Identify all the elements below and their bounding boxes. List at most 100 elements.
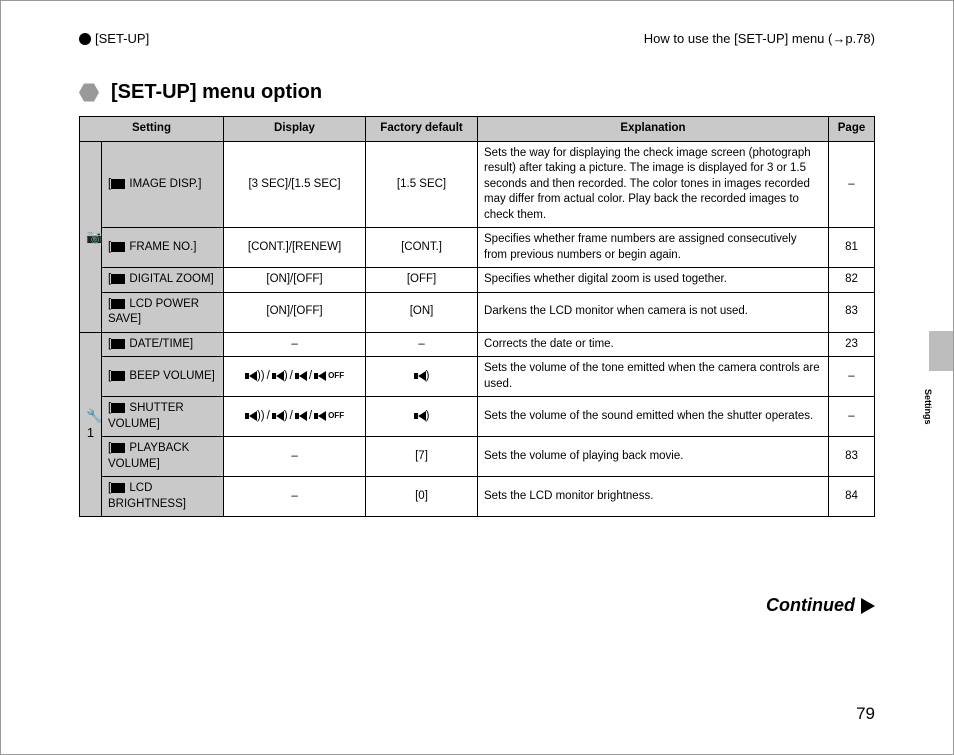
- continued-text: Continued: [766, 595, 855, 616]
- menu-icon: [111, 371, 125, 381]
- speaker-mid-icon: ): [414, 369, 430, 385]
- volume-options-icon: ))/ )/ / OFF: [245, 369, 344, 385]
- group-icon-wrench: 🔧1: [80, 332, 102, 517]
- manual-page: [SET-UP] How to use the [SET-UP] menu (→…: [0, 0, 954, 755]
- speaker-mid-icon: ): [272, 409, 288, 425]
- explanation-cell: Corrects the date or time.: [478, 332, 829, 357]
- menu-icon: [111, 339, 125, 349]
- explanation-cell: Sets the way for displaying the check im…: [478, 141, 829, 228]
- setting-cell: [ LCD BRIGHTNESS]: [102, 477, 224, 517]
- table-row: [ PLAYBACK VOLUME] – [7] Sets the volume…: [80, 437, 875, 477]
- explanation-cell: Specifies whether frame numbers are assi…: [478, 228, 829, 268]
- table-row: [ LCD POWER SAVE] [ON]/[OFF] [ON] Darken…: [80, 292, 875, 332]
- page-cell: –: [829, 357, 875, 397]
- display-cell: [CONT.]/[RENEW]: [224, 228, 366, 268]
- page-number: 79: [856, 704, 875, 724]
- page-cell: 83: [829, 437, 875, 477]
- speaker-high-icon: )): [245, 409, 265, 425]
- setting-cell: [ FRAME NO.]: [102, 228, 224, 268]
- menu-icon: [111, 483, 125, 493]
- side-section-label: Settings: [923, 389, 933, 425]
- explanation-cell: Sets the LCD monitor brightness.: [478, 477, 829, 517]
- col-factory: Factory default: [366, 117, 478, 142]
- setting-label: DATE/TIME]: [129, 338, 193, 350]
- factory-cell: [ON]: [366, 292, 478, 332]
- table-row: 📷 [ IMAGE DISP.] [3 SEC]/[1.5 SEC] [1.5 …: [80, 141, 875, 228]
- speaker-low-icon: [295, 411, 307, 421]
- table-header-row: Setting Display Factory default Explanat…: [80, 117, 875, 142]
- display-cell: –: [224, 332, 366, 357]
- settings-table-wrap: Setting Display Factory default Explanat…: [79, 116, 875, 517]
- page-cell: 23: [829, 332, 875, 357]
- page-cell: 84: [829, 477, 875, 517]
- arrow-right-icon: [861, 598, 875, 614]
- factory-cell: [1.5 SEC]: [366, 141, 478, 228]
- explanation-cell: Sets the volume of playing back movie.: [478, 437, 829, 477]
- factory-cell: ): [366, 397, 478, 437]
- setting-cell: [ LCD POWER SAVE]: [102, 292, 224, 332]
- thumb-tab: [929, 331, 953, 371]
- off-label: OFF: [328, 411, 344, 422]
- setting-cell: [ BEEP VOLUME]: [102, 357, 224, 397]
- hex-bullet-icon: [79, 83, 99, 103]
- col-explanation: Explanation: [478, 117, 829, 142]
- menu-icon: [111, 274, 125, 284]
- factory-cell: –: [366, 332, 478, 357]
- factory-cell: ): [366, 357, 478, 397]
- table-row: [ BEEP VOLUME] ))/ )/ / OFF ) Sets the v…: [80, 357, 875, 397]
- speaker-low-icon: [295, 371, 307, 381]
- menu-icon: [111, 242, 125, 252]
- display-cell: –: [224, 477, 366, 517]
- table-row: [ SHUTTER VOLUME] ))/ )/ / OFF ) Sets th…: [80, 397, 875, 437]
- setting-label: DIGITAL ZOOM]: [129, 273, 213, 285]
- heading-text: [SET-UP] menu option: [111, 81, 322, 104]
- page-cell: 82: [829, 268, 875, 293]
- volume-options-icon: ))/ )/ / OFF: [245, 409, 344, 425]
- display-cell: ))/ )/ / OFF: [224, 357, 366, 397]
- off-label: OFF: [328, 371, 344, 382]
- col-page: Page: [829, 117, 875, 142]
- factory-cell: [CONT.]: [366, 228, 478, 268]
- table-row: [ DIGITAL ZOOM] [ON]/[OFF] [OFF] Specifi…: [80, 268, 875, 293]
- factory-cell: [7]: [366, 437, 478, 477]
- page-cell: 83: [829, 292, 875, 332]
- menu-icon: [111, 403, 125, 413]
- speaker-off-icon: [314, 411, 326, 421]
- setting-label: BEEP VOLUME]: [129, 370, 214, 382]
- menu-icon: [111, 299, 125, 309]
- header-left: [SET-UP]: [79, 31, 149, 46]
- display-cell: [3 SEC]/[1.5 SEC]: [224, 141, 366, 228]
- col-display: Display: [224, 117, 366, 142]
- display-cell: –: [224, 437, 366, 477]
- menu-icon: [111, 179, 125, 189]
- setting-cell: [ IMAGE DISP.]: [102, 141, 224, 228]
- speaker-off-icon: [314, 371, 326, 381]
- setting-cell: [ PLAYBACK VOLUME]: [102, 437, 224, 477]
- setting-cell: [ SHUTTER VOLUME]: [102, 397, 224, 437]
- explanation-cell: Darkens the LCD monitor when camera is n…: [478, 292, 829, 332]
- explanation-cell: Sets the volume of the sound emitted whe…: [478, 397, 829, 437]
- header-left-text: [SET-UP]: [95, 31, 149, 46]
- table-row: [ LCD BRIGHTNESS] – [0] Sets the LCD mon…: [80, 477, 875, 517]
- header-right-text: How to use the [SET-UP] menu (→p.78): [644, 31, 875, 46]
- setting-label: IMAGE DISP.]: [129, 178, 201, 190]
- setting-cell: [ DIGITAL ZOOM]: [102, 268, 224, 293]
- setup-icon: [79, 33, 91, 45]
- speaker-high-icon: )): [245, 369, 265, 385]
- page-cell: –: [829, 141, 875, 228]
- display-cell: [ON]/[OFF]: [224, 268, 366, 293]
- display-cell: [ON]/[OFF]: [224, 292, 366, 332]
- explanation-cell: Sets the volume of the tone emitted when…: [478, 357, 829, 397]
- section-heading: [SET-UP] menu option: [79, 81, 322, 104]
- speaker-mid-icon: ): [414, 409, 430, 425]
- setting-cell: [ DATE/TIME]: [102, 332, 224, 357]
- group-icon-camera: 📷: [80, 141, 102, 332]
- table-row: 🔧1 [ DATE/TIME] – – Corrects the date or…: [80, 332, 875, 357]
- page-cell: –: [829, 397, 875, 437]
- factory-cell: [OFF]: [366, 268, 478, 293]
- display-cell: ))/ )/ / OFF: [224, 397, 366, 437]
- col-setting: Setting: [80, 117, 224, 142]
- menu-icon: [111, 443, 125, 453]
- factory-cell: [0]: [366, 477, 478, 517]
- speaker-mid-icon: ): [272, 369, 288, 385]
